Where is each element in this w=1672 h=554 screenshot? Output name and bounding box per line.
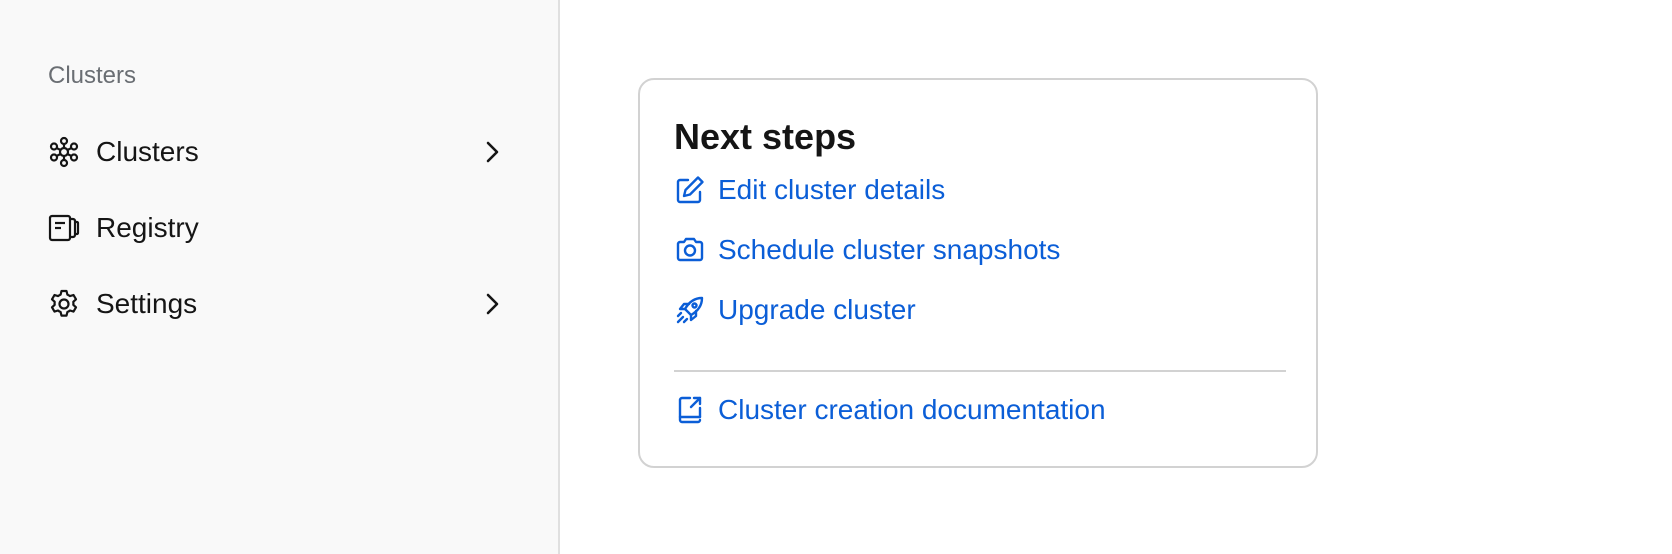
chevron-right-icon [476, 288, 508, 320]
rocket-icon [674, 294, 706, 326]
schedule-snapshots-link[interactable]: Schedule cluster snapshots [674, 230, 1060, 270]
sidebar-heading: Clusters [48, 62, 137, 89]
sidebar-item-clusters[interactable]: Clusters [48, 132, 508, 172]
card-title: Next steps [674, 116, 857, 157]
sidebar: Clusters Clusters Registry Settings [0, 0, 560, 554]
next-steps-card: Next steps Edit cluster details Schedule… [638, 78, 1318, 468]
edit-icon [674, 174, 706, 206]
cluster-documentation-link[interactable]: Cluster creation documentation [674, 390, 1106, 430]
upgrade-cluster-link[interactable]: Upgrade cluster [674, 290, 916, 330]
doc-link-label: Cluster creation documentation [718, 394, 1106, 425]
gear-icon [48, 288, 80, 320]
step-label: Upgrade cluster [718, 294, 916, 325]
sidebar-item-label: Registry [96, 212, 199, 243]
external-doc-icon [674, 394, 706, 426]
camera-icon [674, 234, 706, 266]
edit-cluster-details-link[interactable]: Edit cluster details [674, 170, 945, 210]
registry-icon [48, 212, 80, 244]
step-label: Edit cluster details [718, 174, 946, 205]
clusters-icon [48, 136, 80, 168]
chevron-right-icon [476, 136, 508, 168]
sidebar-item-registry[interactable]: Registry [48, 208, 508, 248]
sidebar-item-label: Settings [96, 288, 198, 319]
divider [674, 370, 1286, 372]
step-label: Schedule cluster snapshots [718, 234, 1061, 265]
sidebar-item-settings[interactable]: Settings [48, 284, 508, 324]
sidebar-item-label: Clusters [96, 136, 199, 167]
